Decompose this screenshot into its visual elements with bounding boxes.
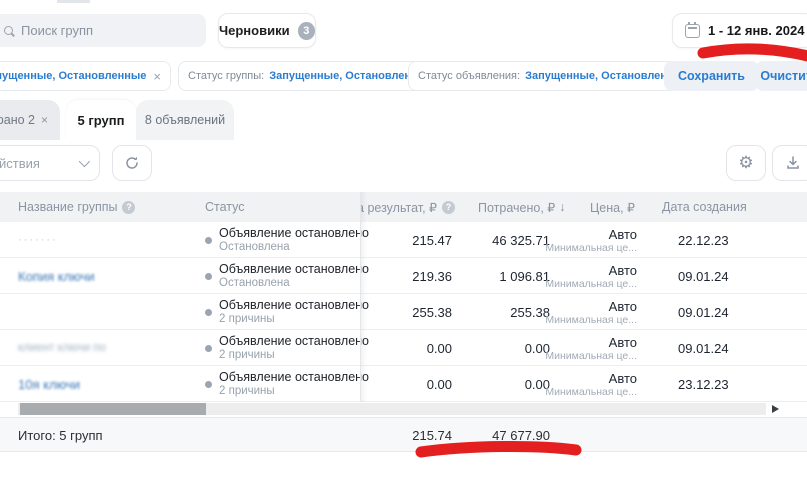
- price-strategy: Минимальная це...: [545, 278, 637, 290]
- price-mode: Авто: [609, 299, 637, 314]
- tab-ads[interactable]: 8 объявлений: [136, 100, 234, 140]
- filter-chip-value: Запущенные, Остановленные: [0, 70, 146, 82]
- status-dot-icon: [205, 309, 212, 316]
- column-header-cost-per-result[interactable]: Цена за результат, ₽ ?: [360, 192, 455, 222]
- price-cell: Авто Минимальная це...: [510, 222, 637, 258]
- totals-cost-per-result: 215.74: [360, 418, 452, 453]
- group-name-link[interactable]: ·······: [18, 222, 58, 258]
- price-mode: Авто: [609, 263, 637, 278]
- price-mode: Авто: [609, 371, 637, 386]
- status-text: Объявление остановлено: [219, 370, 369, 385]
- search-input[interactable]: Поиск групп: [0, 14, 206, 47]
- drafts-count-badge: 3: [298, 22, 315, 40]
- scrollbar-thumb[interactable]: [20, 403, 206, 415]
- calendar-icon: [685, 24, 700, 38]
- export-button[interactable]: [772, 145, 807, 181]
- status-cell: Объявление остановлено Остановлена: [205, 222, 369, 258]
- cost-per-result-value: 215.47: [360, 222, 452, 258]
- group-name-link[interactable]: клиент ключи по: [18, 330, 106, 366]
- created-date: 22.12.23: [678, 222, 729, 258]
- price-cell: Авто Минимальная це...: [510, 258, 637, 294]
- status-text: Объявление остановлено: [219, 226, 369, 241]
- actions-dropdown[interactable]: Действия: [0, 145, 100, 181]
- table-scroll-pane: Цена за результат, ₽ ? Потрачено, ₽ ↓ Це…: [360, 192, 807, 402]
- status-subtext: 2 причины: [219, 349, 369, 362]
- status-dot-icon: [205, 273, 212, 280]
- price-strategy: Минимальная це...: [545, 350, 637, 362]
- frozen-column-divider: [360, 192, 361, 402]
- help-icon[interactable]: ?: [442, 201, 455, 214]
- close-icon[interactable]: ×: [41, 113, 48, 127]
- price-cell: Авто Минимальная це...: [510, 294, 637, 330]
- tab-groups[interactable]: 5 групп: [66, 100, 136, 140]
- chevron-down-icon: [79, 156, 90, 167]
- tab-selection[interactable]: Выбрано 2 ×: [0, 100, 60, 140]
- date-range-value: 1 - 12 янв. 2024: [708, 23, 804, 38]
- cost-per-result-value: 219.36: [360, 258, 452, 294]
- ads-manager-screen: Поиск групп Черновики 3 1 - 12 янв. 2024…: [0, 0, 807, 487]
- column-header-status[interactable]: Статус: [205, 192, 245, 222]
- group-name-link[interactable]: Копия ключи: [18, 258, 95, 294]
- created-date: 09.01.24: [678, 258, 729, 294]
- red-underline-date: [703, 49, 807, 57]
- column-header-name[interactable]: Название группы ?: [18, 192, 135, 222]
- status-cell: Объявление остановлено 2 причины: [205, 330, 369, 366]
- column-header-created[interactable]: Дата создания: [662, 192, 747, 222]
- status-dot-icon: [205, 381, 212, 388]
- status-subtext: Остановлена: [219, 277, 369, 290]
- price-strategy: Минимальная це...: [545, 314, 637, 326]
- column-header-price[interactable]: Цена, ₽: [535, 192, 635, 222]
- close-icon[interactable]: ×: [153, 69, 161, 84]
- date-range-picker[interactable]: 1 - 12 янв. 2024: [672, 13, 807, 48]
- actions-label: Действия: [0, 156, 40, 171]
- status-text: Объявление остановлено: [219, 262, 369, 277]
- filter-chip-label: Статус объявления:: [418, 70, 520, 82]
- status-subtext: 2 причины: [219, 313, 369, 326]
- drafts-label: Черновики: [219, 23, 290, 38]
- status-dot-icon: [205, 237, 212, 244]
- frozen-column-shadow: [361, 192, 367, 402]
- cost-per-result-value: 0.00: [360, 330, 452, 366]
- status-subtext: Остановлена: [219, 241, 369, 254]
- created-date: 09.01.24: [678, 330, 729, 366]
- status-text: Объявление остановлено: [219, 334, 369, 349]
- refresh-icon: [124, 155, 140, 171]
- clear-filters-button[interactable]: Очистить: [755, 61, 807, 91]
- group-name-link[interactable]: 10я ключи: [18, 366, 80, 402]
- help-icon[interactable]: ?: [122, 201, 135, 214]
- status-cell: Объявление остановлено Остановлена: [205, 258, 369, 294]
- status-subtext: 2 причины: [219, 385, 369, 398]
- top-edge-fragment: [57, 0, 90, 3]
- price-cell: Авто Минимальная це...: [510, 330, 637, 366]
- tab-selection-label: Выбрано 2: [0, 113, 35, 127]
- totals-row: Итого: 5 групп 215.74 47 677.90: [0, 417, 807, 452]
- save-filters-button[interactable]: Сохранить: [664, 61, 759, 91]
- filter-chip-status[interactable]: Запущенные, Остановленные ×: [0, 61, 171, 91]
- status-cell: Объявление остановлено 2 причины: [205, 366, 369, 402]
- status-dot-icon: [205, 345, 212, 352]
- drafts-button[interactable]: Черновики 3: [218, 13, 316, 48]
- price-cell: Авто Минимальная це...: [510, 366, 637, 402]
- price-mode: Авто: [609, 335, 637, 350]
- created-date: 23.12.23: [678, 366, 729, 402]
- scroll-right-arrow-icon[interactable]: [772, 405, 779, 413]
- search-icon: [4, 26, 13, 35]
- gear-icon: ⚙: [738, 153, 753, 173]
- totals-spent: 47 677.90: [455, 418, 550, 453]
- search-placeholder: Поиск групп: [21, 23, 93, 38]
- price-strategy: Минимальная це...: [545, 242, 637, 254]
- status-cell: Объявление остановлено 2 причины: [205, 294, 369, 330]
- created-date: 09.01.24: [678, 294, 729, 330]
- status-text: Объявление остановлено: [219, 298, 369, 313]
- settings-button[interactable]: ⚙: [726, 145, 766, 181]
- price-mode: Авто: [609, 227, 637, 242]
- cost-per-result-value: 255.38: [360, 294, 452, 330]
- totals-label: Итого: 5 групп: [18, 418, 103, 453]
- price-strategy: Минимальная це...: [545, 386, 637, 398]
- cost-per-result-value: 0.00: [360, 366, 452, 402]
- refresh-button[interactable]: [112, 145, 152, 181]
- filter-chip-label: Статус группы:: [188, 70, 264, 82]
- download-icon: [785, 155, 801, 171]
